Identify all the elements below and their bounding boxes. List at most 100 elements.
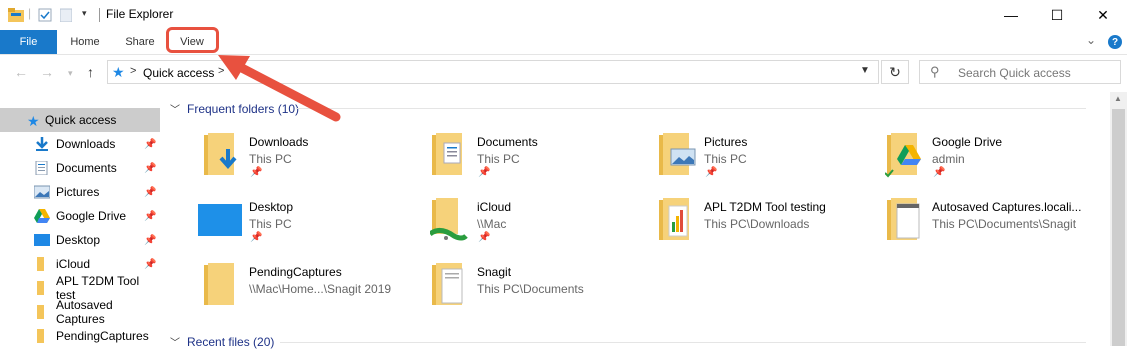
properties-icon[interactable] — [38, 8, 52, 22]
sidebar-item-label: Desktop — [56, 233, 101, 247]
pin-icon[interactable]: 📌 — [144, 163, 156, 174]
sidebar-item-pending-captures[interactable]: PendingCaptures — [0, 324, 160, 348]
documents-icon — [35, 161, 48, 175]
frequent-folders-header[interactable]: ﹀ Frequent folders (10) — [170, 101, 300, 117]
recent-locations-icon[interactable]: ▾ — [68, 68, 73, 79]
folder-name: iCloud — [477, 200, 512, 214]
forward-arrow-icon[interactable]: → — [40, 64, 54, 80]
star-icon: ★ — [112, 64, 125, 80]
folder-item-apl-t2dm[interactable]: APL T2DM Tool testing This PC\Downloads — [657, 196, 882, 256]
pictures-icon — [34, 185, 50, 199]
sidebar-item-desktop[interactable]: Desktop 📌 — [0, 228, 160, 252]
folder-icon — [659, 198, 689, 240]
sidebar-item-apl-t2dm[interactable]: APL T2DM Tool test — [0, 274, 160, 302]
pin-icon[interactable]: 📌 — [478, 232, 490, 243]
pin-icon[interactable]: 📌 — [144, 139, 156, 150]
folder-location: admin — [932, 152, 965, 166]
sidebar-item-google-drive[interactable]: Google Drive 📌 — [0, 204, 160, 228]
pictures-folder-icon — [659, 133, 696, 175]
folder-icon — [37, 329, 44, 343]
folder-location: This PC — [249, 152, 292, 166]
folder-item-pictures[interactable]: Pictures This PC 📌 — [657, 131, 882, 191]
folder-name: Google Drive — [932, 135, 1003, 149]
sidebar-item-autosaved-captures[interactable]: Autosaved Captures — [0, 298, 160, 326]
google-drive-icon — [34, 209, 50, 223]
pin-icon[interactable]: 📌 — [478, 167, 490, 178]
window-title: File Explorer — [106, 7, 174, 21]
close-button[interactable]: ✕ — [1080, 0, 1126, 30]
pin-icon[interactable]: 📌 — [144, 259, 156, 270]
tab-share[interactable]: Share — [114, 30, 166, 54]
google-drive-folder-icon — [885, 133, 921, 178]
folder-item-pending-captures[interactable]: PendingCaptures \\Mac\Home...\Snagit 201… — [202, 261, 427, 321]
back-arrow-icon[interactable]: ← — [14, 64, 28, 80]
star-icon: ★ — [27, 113, 40, 129]
scrollbar-thumb[interactable] — [1112, 109, 1125, 346]
sidebar-item-documents[interactable]: Documents 📌 — [0, 156, 160, 180]
folder-name: Documents — [477, 135, 538, 149]
pin-icon[interactable]: 📌 — [144, 187, 156, 198]
new-folder-icon[interactable] — [60, 8, 72, 22]
folder-name: Pictures — [704, 135, 748, 149]
tab-home[interactable]: Home — [62, 30, 108, 54]
folder-icon[interactable] — [8, 8, 24, 22]
folder-item-snagit[interactable]: Snagit This PC\Documents — [430, 261, 655, 321]
folder-item-icloud[interactable]: iCloud \\Mac 📌 — [430, 196, 655, 256]
sidebar-item-label: Pictures — [56, 185, 100, 199]
download-icon — [36, 137, 48, 151]
network-folder-icon — [430, 198, 468, 241]
refresh-button[interactable]: ↻ — [881, 60, 909, 84]
breadcrumb-quick-access[interactable]: Quick access — [143, 66, 214, 80]
sidebar-item-icloud[interactable]: iCloud 📌 — [0, 252, 160, 276]
sidebar-item-label: PendingCaptures — [56, 329, 149, 343]
sidebar-item-label: Google Drive — [56, 209, 127, 223]
folder-icon — [37, 257, 44, 271]
folder-icon — [204, 263, 234, 305]
sidebar-item-pictures[interactable]: Pictures 📌 — [0, 180, 160, 204]
desktop-folder-icon — [198, 204, 242, 236]
folder-item-autosaved-captures[interactable]: Autosaved Captures.locali... This PC\Doc… — [885, 196, 1110, 256]
sidebar-item-downloads[interactable]: Downloads 📌 — [0, 132, 160, 156]
folder-item-google-drive[interactable]: Google Drive admin 📌 — [885, 131, 1110, 191]
navigation-pane: ★ Quick access Downloads 📌 Documents 📌 P… — [0, 104, 160, 346]
tab-file[interactable]: File — [0, 30, 57, 54]
minimize-button[interactable]: — — [988, 0, 1034, 30]
folder-item-downloads[interactable]: Downloads This PC 📌 — [202, 131, 427, 191]
pin-icon[interactable]: 📌 — [933, 167, 945, 178]
help-icon[interactable]: ? — [1108, 35, 1122, 49]
folder-location: This PC — [249, 217, 292, 231]
refresh-icon: ↻ — [889, 63, 901, 80]
customize-toolbar-icon[interactable]: ▾ — [82, 8, 87, 22]
group-title: Recent files (20) — [187, 334, 275, 349]
maximize-button[interactable]: ☐ — [1034, 0, 1080, 30]
folder-location: This PC\Documents — [477, 282, 584, 296]
breadcrumb-chevron[interactable]: > — [218, 65, 224, 77]
recent-files-header[interactable]: ﹀ Recent files (20) — [170, 334, 274, 349]
folder-name: Desktop — [249, 200, 294, 214]
folder-name: Autosaved Captures.locali... — [932, 200, 1082, 214]
pin-icon[interactable]: 📌 — [144, 235, 156, 246]
vertical-scrollbar[interactable]: ▲ — [1110, 92, 1127, 346]
pin-icon[interactable]: 📌 — [250, 167, 262, 178]
search-input[interactable]: ⚲ Search Quick access — [919, 60, 1121, 84]
folder-icon — [37, 305, 44, 319]
address-bar[interactable]: ★ > Quick access > ▼ — [107, 60, 879, 84]
folder-item-desktop[interactable]: Desktop This PC 📌 — [197, 196, 422, 256]
breadcrumb-chevron[interactable]: > — [130, 65, 136, 77]
group-title: Frequent folders (10) — [187, 101, 300, 116]
expand-ribbon-icon[interactable]: ⌄ — [1086, 33, 1096, 47]
up-arrow-icon[interactable]: ↑ — [87, 64, 94, 80]
downloads-folder-icon — [204, 133, 237, 175]
title-bar: | ▾ File Explorer — ☐ ✕ — [0, 0, 1127, 30]
folder-item-documents[interactable]: Documents This PC 📌 — [430, 131, 655, 191]
sidebar-item-quick-access[interactable]: ★ Quick access — [0, 108, 160, 132]
pin-icon[interactable]: 📌 — [250, 232, 262, 243]
content-pane: ﹀ Frequent folders (10) Downloads This P… — [160, 92, 1110, 349]
pin-icon[interactable]: 📌 — [705, 167, 717, 178]
folder-location: \\Mac — [477, 217, 507, 231]
chevron-down-icon: ﹀ — [170, 105, 180, 116]
separator-icon: | — [28, 6, 32, 20]
scroll-up-icon[interactable]: ▲ — [1114, 94, 1122, 103]
address-dropdown-icon[interactable]: ▼ — [860, 65, 870, 76]
pin-icon[interactable]: 📌 — [144, 211, 156, 222]
